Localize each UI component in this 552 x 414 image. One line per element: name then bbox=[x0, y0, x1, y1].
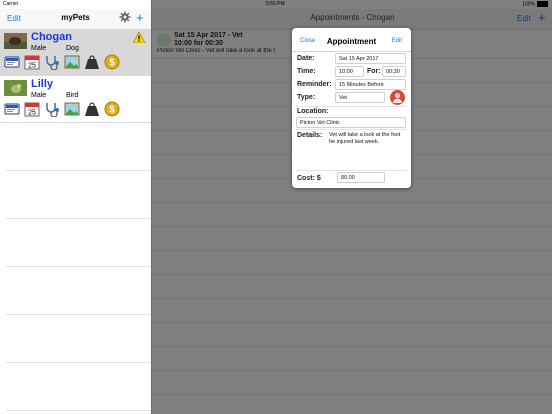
details-divider bbox=[296, 170, 407, 171]
type-divider bbox=[296, 106, 407, 107]
photos-icon[interactable] bbox=[64, 54, 80, 70]
battery-icon bbox=[537, 1, 548, 7]
edit-appointments-button[interactable]: Edit bbox=[517, 14, 531, 23]
stethoscope-icon[interactable] bbox=[44, 101, 60, 118]
details-label: Details: bbox=[297, 132, 323, 139]
pet-row-chogan[interactable]: Chogan Male Dog 25 $ bbox=[0, 29, 151, 76]
pet-name: Chogan bbox=[31, 31, 72, 43]
stethoscope-icon[interactable] bbox=[44, 54, 60, 71]
empty-row-divider bbox=[6, 170, 151, 171]
weight-icon[interactable] bbox=[84, 101, 100, 117]
pet-photo bbox=[4, 80, 27, 96]
pets-list-pane: Edit myPets + Chogan Male Dog 25 $ Lilly… bbox=[0, 0, 151, 414]
calendar-icon[interactable]: 25 bbox=[24, 101, 40, 117]
row-divider bbox=[152, 322, 552, 323]
calendar-icon[interactable]: 25 bbox=[24, 54, 40, 70]
row-divider bbox=[152, 346, 552, 347]
row-divider bbox=[152, 394, 552, 395]
date-label: Date: bbox=[297, 55, 315, 62]
type-label: Type: bbox=[297, 94, 316, 101]
reminder-field[interactable]: 15 Minutes Before bbox=[335, 79, 406, 90]
vet-type-icon[interactable] bbox=[390, 90, 405, 105]
appointment-time: 10:00 for 00:30 bbox=[174, 40, 224, 47]
reminder-label: Reminder: bbox=[297, 81, 332, 88]
pet-name: Lilly bbox=[31, 78, 54, 90]
type-field[interactable]: Vet bbox=[335, 92, 385, 103]
photos-icon[interactable] bbox=[64, 101, 80, 117]
pet-species: Bird bbox=[66, 92, 79, 99]
pet-species: Dog bbox=[66, 45, 79, 52]
time-field[interactable]: 10:00 bbox=[335, 66, 364, 77]
cost-field[interactable]: 80.00 bbox=[337, 172, 385, 183]
status-time: 5:55 PM bbox=[266, 1, 285, 7]
vet-avatar-icon bbox=[157, 33, 171, 47]
empty-row-divider bbox=[6, 218, 151, 219]
cost-icon[interactable]: $ bbox=[104, 101, 120, 117]
duration-field[interactable]: 00:30 bbox=[382, 66, 406, 77]
location-divider bbox=[296, 129, 407, 130]
row-divider bbox=[152, 370, 552, 371]
weight-icon[interactable] bbox=[84, 54, 100, 70]
carrier-label: Carrier bbox=[3, 1, 19, 7]
header-divider bbox=[292, 51, 411, 52]
row-divider bbox=[152, 226, 552, 227]
details-text[interactable]: Vet will take a look at the foot he inju… bbox=[329, 132, 405, 146]
pet-sex: Male bbox=[31, 45, 47, 52]
master-nav-bar: Edit myPets + bbox=[0, 9, 151, 30]
appointment-popover: Close Appointment Edit Date: Sat 15 Apr … bbox=[292, 28, 411, 188]
appointment-date-type: Sat 15 Apr 2017 - Vet bbox=[174, 32, 243, 39]
svg-text:$: $ bbox=[109, 58, 115, 69]
edit-appointment-button[interactable]: Edit bbox=[392, 38, 402, 44]
date-field[interactable]: Sat 15 Apr 2017 bbox=[335, 53, 406, 64]
warning-icon[interactable] bbox=[133, 32, 145, 43]
row-divider bbox=[152, 202, 552, 203]
calendar-date-badge: 25 bbox=[28, 63, 36, 70]
row-divider bbox=[152, 250, 552, 251]
empty-row-divider bbox=[6, 266, 151, 267]
battery-label: 100% bbox=[522, 1, 535, 8]
pet-row-lilly[interactable]: Lilly Male Bird 25 $ bbox=[0, 76, 151, 123]
row-divider bbox=[152, 298, 552, 299]
cost-icon[interactable]: $ bbox=[104, 54, 120, 70]
id-card-icon[interactable] bbox=[4, 101, 20, 117]
empty-row-divider bbox=[6, 362, 151, 363]
empty-row-divider bbox=[6, 410, 151, 411]
location-field[interactable]: Picton Vet Clinic bbox=[296, 117, 406, 128]
cost-label: Cost: $ bbox=[297, 175, 321, 182]
pet-photo bbox=[4, 33, 27, 49]
detail-title: Appointments - Chogan bbox=[310, 13, 395, 22]
svg-text:$: $ bbox=[109, 105, 115, 116]
calendar-date-badge: 25 bbox=[28, 110, 36, 117]
for-label: For: bbox=[367, 68, 381, 75]
id-card-icon[interactable] bbox=[4, 54, 20, 70]
pet-sex: Male bbox=[31, 92, 47, 99]
add-appointment-button[interactable]: + bbox=[538, 10, 546, 25]
time-label: Time: bbox=[297, 68, 316, 75]
status-bar: Carrier 5:55 PM 100% bbox=[0, 0, 552, 9]
gear-icon[interactable] bbox=[119, 11, 131, 23]
row-divider bbox=[152, 274, 552, 275]
battery-indicator: 100% bbox=[522, 1, 548, 7]
empty-row-divider bbox=[6, 314, 151, 315]
detail-nav-bar: Appointments - Chogan Edit + bbox=[152, 9, 552, 30]
location-label: Location: bbox=[297, 108, 329, 115]
add-pet-button[interactable]: + bbox=[136, 10, 144, 25]
appointment-summary: Picton Vet Clinic - Vet will take a look… bbox=[157, 48, 276, 54]
